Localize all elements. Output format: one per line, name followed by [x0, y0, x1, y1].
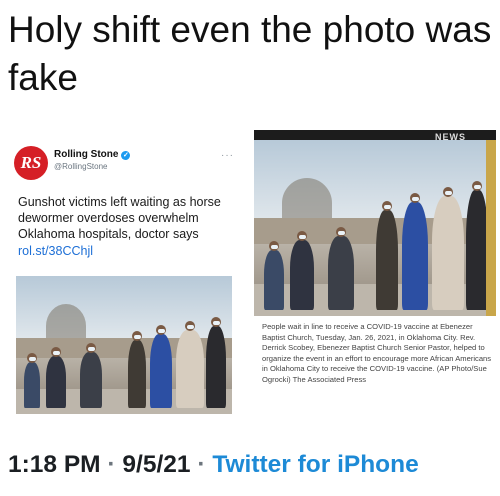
person-in-line [376, 201, 398, 310]
person-in-line [46, 347, 66, 408]
person-in-line [24, 353, 40, 408]
person-in-line [432, 187, 464, 310]
account-name[interactable]: Rolling Stone ✓ [54, 149, 131, 160]
person-in-line [176, 321, 204, 408]
rolling-stone-logo[interactable]: RS [14, 146, 48, 180]
tweet-photo[interactable] [16, 276, 232, 414]
footer-separator: · [107, 451, 116, 478]
footer-separator: · [197, 451, 206, 478]
person-in-line [264, 241, 284, 310]
tweet-time[interactable]: 1:18 PM [8, 451, 101, 478]
person-in-line [466, 181, 488, 310]
tweet-text: Gunshot victims left waiting as horse de… [18, 195, 221, 241]
verified-badge-icon: ✓ [121, 151, 131, 160]
tweet-header: RS Rolling Stone ✓ @RollingStone ··· [14, 144, 238, 180]
person-in-line [290, 231, 314, 310]
photo-edge-strip [486, 140, 496, 316]
person-in-line [80, 343, 102, 408]
tweet-footer: 1:18 PM · 9/5/21 · Twitter for iPhone [8, 450, 496, 480]
person-in-line [328, 227, 354, 310]
person-in-line [206, 317, 226, 408]
photo-caption: People wait in line to receive a COVID-1… [262, 322, 492, 384]
person-in-line [128, 331, 146, 408]
ap-photo[interactable] [254, 140, 496, 316]
account-handle[interactable]: @RollingStone [54, 162, 107, 171]
tweet-link[interactable]: rol.st/38CChjl [18, 244, 93, 258]
tweet-source[interactable]: Twitter for iPhone [212, 451, 418, 478]
person-in-line [150, 325, 172, 408]
more-options-icon[interactable]: ··· [221, 150, 234, 161]
account-name-text: Rolling Stone [54, 149, 119, 160]
person-in-line [402, 193, 428, 310]
tweet-date[interactable]: 9/5/21 [122, 451, 190, 478]
meme-caption: Holy shift even the photo was fake [8, 9, 492, 98]
